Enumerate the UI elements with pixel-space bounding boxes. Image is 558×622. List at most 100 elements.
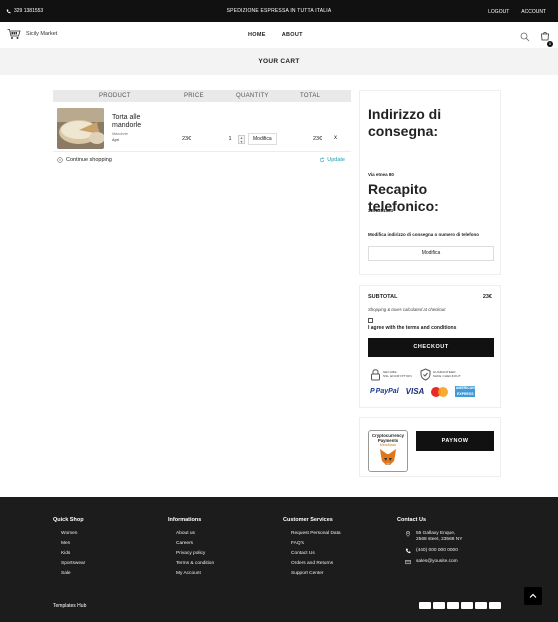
mail-icon [405,560,411,565]
product-price: 23€ [182,136,192,142]
site-footer: Quick Shop Women Men Kids Sportswear Sal… [0,497,558,622]
paynow-button[interactable]: PAYNOW [416,431,494,451]
account-link[interactable]: ACCOUNT [521,9,546,15]
edit-delivery-note: Modifica indirizzo di consegna o numero … [368,232,480,237]
amex-card-icon [475,602,487,609]
continue-shopping-label: Continue shopping [66,157,112,163]
footer-link[interactable]: Privacy policy [176,551,214,556]
footer-title: Quick Shop [53,517,84,523]
footer-link[interactable]: Request Personal Data [291,531,341,536]
quantity-value[interactable]: 1 [225,136,235,142]
edit-quantity-button[interactable]: Modifica [248,133,277,145]
update-label: Update [327,157,345,163]
address-heading: Indirizzo di consegna: [368,106,442,139]
footer-contact: Contact Us 55 Gallaxy Enque, 2568 steet, … [397,517,462,570]
quantity-control: 1 ▲ ▼ Modifica [225,133,277,145]
footer-address-line1: 55 Gallaxy Enque, [416,531,456,536]
paypal-logo: P PayPal [370,388,399,395]
mastercard-logo [431,386,449,397]
paypal-label: PayPal [375,388,399,395]
main-nav: HOME ABOUT [248,32,303,38]
line-total: 23€ [313,136,323,142]
shopping-bag-icon [541,32,549,41]
phone-icon [405,548,411,554]
logout-link[interactable]: LOGOUT [488,9,509,15]
edit-delivery-button[interactable]: Modifica [368,246,494,261]
address-value: Via etnea 80 [368,172,394,177]
paypal-card-icon [461,602,473,609]
quantity-stepper[interactable]: ▲ ▼ [238,134,245,144]
footer-copyright: Templates Hub [53,603,87,609]
refresh-icon [320,157,325,163]
update-cart-button[interactable]: Update [319,157,345,163]
safe-checkout-badge: GUARANTEED SAFE CHECKOUT [420,368,461,381]
footer-address-line2: 2568 steet, 23568 NY [416,537,463,542]
cart-count-badge: 0 [547,41,553,47]
remove-item-button[interactable]: x [334,135,337,141]
footer-link[interactable]: Support Center [291,571,341,576]
footer-link[interactable]: Terms & condition [176,561,214,566]
footer-link[interactable]: Orders and Returns [291,561,341,566]
footer-phone-number: (440) 000 000 0000 [416,548,458,553]
shield-check-icon [420,368,431,381]
col-total: TOTAL [300,93,321,99]
crypto-payment-panel: Cryptocurrency Payments MetaMask PAYNOW [359,417,501,477]
col-product: PRODUCT [99,93,131,99]
crypto-card-subtitle: MetaMask [379,443,397,448]
terms-checkbox[interactable] [368,318,373,323]
continue-shopping-link[interactable]: Continue shopping [57,157,112,163]
footer-phone: (440) 000 000 0000 [405,548,462,554]
product-image[interactable] [57,108,104,149]
phone-value: 3291381553 [368,208,394,213]
footer-title: Customer Services [283,517,333,523]
footer-link[interactable]: Kids [61,551,85,556]
footer-informations: Informations About us Careers Privacy po… [168,517,214,581]
footer-link[interactable]: Sportswear [61,561,85,566]
paypal-icon: P [370,388,375,395]
cart-table: PRODUCT PRICE QUANTITY TOTAL Torta alle … [53,90,351,152]
promo-banner: SPEDIZIONE ESPRESSA IN TUTTA ITALIA [226,8,332,14]
footer-address: 55 Gallaxy Enque, 2568 steet, 23568 NY [405,531,462,543]
site-header: Sicily Market HOME ABOUT 0 [0,22,558,48]
footer-link[interactable]: My Account [176,571,214,576]
footer-email-address[interactable]: sales@yousite.com [416,559,458,565]
guarantee-badge-line2: SAFE CHECKOUT [432,373,461,378]
mastercard-card-icon [433,602,445,609]
cart-button[interactable]: 0 [540,28,553,47]
footer-link[interactable]: Men [61,541,85,546]
page-title-band: YOUR CART [0,48,558,75]
nav-home[interactable]: HOME [248,32,266,38]
order-summary-panel: SUBTOTAL 23€ Shopping & taxes calculated… [359,285,501,408]
product-variant: Mandorle [112,132,128,136]
lock-icon [371,369,380,381]
visa-logo: VISA [405,387,425,396]
search-icon[interactable] [520,32,530,42]
amex-logo: AMERICAN EXPRESS [455,386,476,397]
product-name[interactable]: Torta alle mandorle [112,114,158,130]
brand-name: Sicily Market [26,31,58,37]
brand-logo[interactable]: Sicily Market [7,28,57,40]
nav-about[interactable]: ABOUT [282,32,303,38]
col-price: PRICE [184,93,204,99]
footer-link[interactable]: FAQ's [291,541,341,546]
scroll-to-top-button[interactable] [524,587,542,605]
footer-link[interactable]: About us [176,531,214,536]
crypto-card-title: Cryptocurrency Payments [372,433,404,443]
footer-title: Contact Us [397,517,427,523]
terms-label[interactable]: I agree with the terms and conditions [368,325,456,331]
secure-ssl-badge: SECURE SSL ENCRYPTION [370,368,412,381]
footer-payment-cards [419,602,501,609]
footer-quick-shop: Quick Shop Women Men Kids Sportswear Sal… [53,517,85,581]
metamask-fox-icon [380,449,396,466]
footer-link[interactable]: Women [61,531,85,536]
footer-customer-services: Customer Services Request Personal Data … [283,517,341,581]
visa-card-icon [419,602,431,609]
generic-card-icon [489,602,501,609]
crypto-payment-card[interactable]: Cryptocurrency Payments MetaMask [368,430,408,472]
footer-link[interactable]: Careers [176,541,214,546]
footer-link[interactable]: Sale [61,571,85,576]
subtotal-value: 23€ [482,294,492,300]
checkout-button[interactable]: CHECKOUT [368,338,494,357]
footer-link[interactable]: Contact Us [291,551,341,556]
location-pin-icon [405,531,411,537]
